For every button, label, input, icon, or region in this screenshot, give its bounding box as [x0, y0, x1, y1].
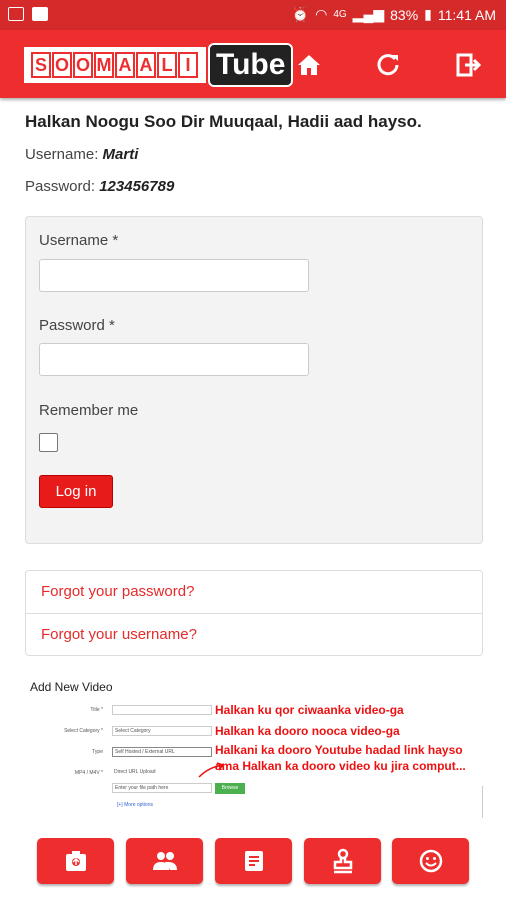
annotation-category: Halkan ka dooro nooca video-ga [215, 724, 400, 738]
logo-letter: A [136, 52, 156, 78]
upload-video-button[interactable] [37, 838, 114, 884]
network-label: 4G [333, 9, 347, 20]
battery-icon: ▮ [424, 6, 432, 22]
logo-letter: I [178, 52, 198, 78]
username-label: Username * [39, 232, 119, 249]
file-path-field: Enter your file path here [112, 783, 212, 793]
clock: 11:41 AM [437, 6, 496, 23]
logo-tube-text: Tube [208, 43, 294, 87]
logo-letter: O [73, 52, 93, 78]
alarm-icon: ⏰ [291, 6, 310, 22]
more-options-link: [+] More options [117, 802, 153, 808]
forgot-password-link[interactable]: Forgot your password? [26, 571, 482, 613]
annotation-title: Halkan ku qor ciwaanka video-ga [215, 703, 404, 717]
screenshot-divider [482, 786, 483, 818]
users-button[interactable] [126, 838, 203, 884]
home-icon [298, 55, 320, 75]
username-hint: Username: Marti [25, 146, 485, 163]
documents-button[interactable] [215, 838, 292, 884]
account-links: Forgot your password? Forgot your userna… [25, 570, 483, 656]
document-icon [244, 851, 263, 871]
remember-me-label: Remember me [39, 402, 139, 419]
signal-icon: ▂▄▆ [352, 6, 385, 22]
title-field [112, 705, 212, 715]
wifi-icon: ◠ [315, 6, 328, 22]
instruction-screenshot: Add New Video Title * Select Category * … [25, 675, 485, 825]
annotation-arrow-icon [198, 762, 225, 778]
password-hint-label: Password: [25, 178, 96, 195]
logo-somali-text: S O O M A A L I [24, 47, 206, 83]
instruction-title: Add New Video [30, 680, 113, 694]
app-header: S O O M A A L I Tube [0, 30, 506, 98]
logo-letter: M [94, 52, 114, 78]
annotation-upload: ama Halkan ka dooro video ku jira comput… [215, 759, 466, 773]
remember-me-checkbox[interactable] [39, 433, 58, 452]
battery-label: 83% [390, 6, 419, 23]
status-right: ⏰ ◠ 4G ▂▄▆ 83% ▮ 11:41 AM [292, 6, 496, 23]
logo-letter: A [115, 52, 135, 78]
intro-section: Halkan Noogu Soo Dir Muuqaal, Hadii aad … [25, 112, 485, 210]
page-title: Halkan Noogu Soo Dir Muuqaal, Hadii aad … [25, 112, 422, 131]
stamp-icon [333, 848, 352, 874]
logo-letter: O [52, 52, 72, 78]
password-hint: Password: 123456789 [25, 178, 485, 195]
users-icon [152, 852, 177, 870]
logo-letter: S [31, 52, 51, 78]
upload-options: Direct URL Upload [112, 768, 182, 778]
username-input[interactable] [39, 259, 309, 292]
password-input[interactable] [39, 343, 309, 376]
bottom-navigation [0, 838, 506, 888]
status-bar: ⏰ ◠ 4G ▂▄▆ 83% ▮ 11:41 AM [0, 0, 506, 30]
field-label: Type [92, 749, 103, 755]
logout-button[interactable] [451, 48, 485, 82]
username-hint-label: Username: [25, 146, 99, 163]
smiley-icon [419, 849, 442, 873]
camera-upload-icon [65, 851, 86, 871]
password-hint-value: 123456789 [99, 178, 175, 195]
smiley-button[interactable] [392, 838, 469, 884]
login-button[interactable]: Log in [39, 475, 113, 508]
refresh-icon [377, 54, 399, 76]
browse-button: Browse [215, 783, 245, 794]
app-logo[interactable]: S O O M A A L I Tube [24, 43, 294, 87]
password-label: Password * [39, 317, 115, 334]
annotation-type: Halkani ka dooro Youtube hadad link hays… [215, 743, 463, 757]
field-label: Title * [90, 707, 103, 713]
stamp-button[interactable] [304, 838, 381, 884]
logo-letter: L [157, 52, 177, 78]
type-field: Self Hosted / External URL [112, 747, 212, 757]
username-hint-value: Marti [102, 146, 139, 163]
field-label: MP4 / M4V * [74, 770, 103, 776]
forgot-username-link[interactable]: Forgot your username? [26, 613, 482, 656]
logout-icon [456, 53, 481, 77]
home-button[interactable] [292, 48, 326, 82]
refresh-button[interactable] [371, 48, 405, 82]
status-left [8, 7, 48, 21]
gallery-notification-icon [8, 7, 24, 21]
login-form: Username * Password * Remember me Log in [25, 216, 483, 544]
app-notification-icon [32, 7, 48, 21]
field-label: Select Category * [64, 728, 103, 734]
category-field: Select Category [112, 726, 212, 736]
